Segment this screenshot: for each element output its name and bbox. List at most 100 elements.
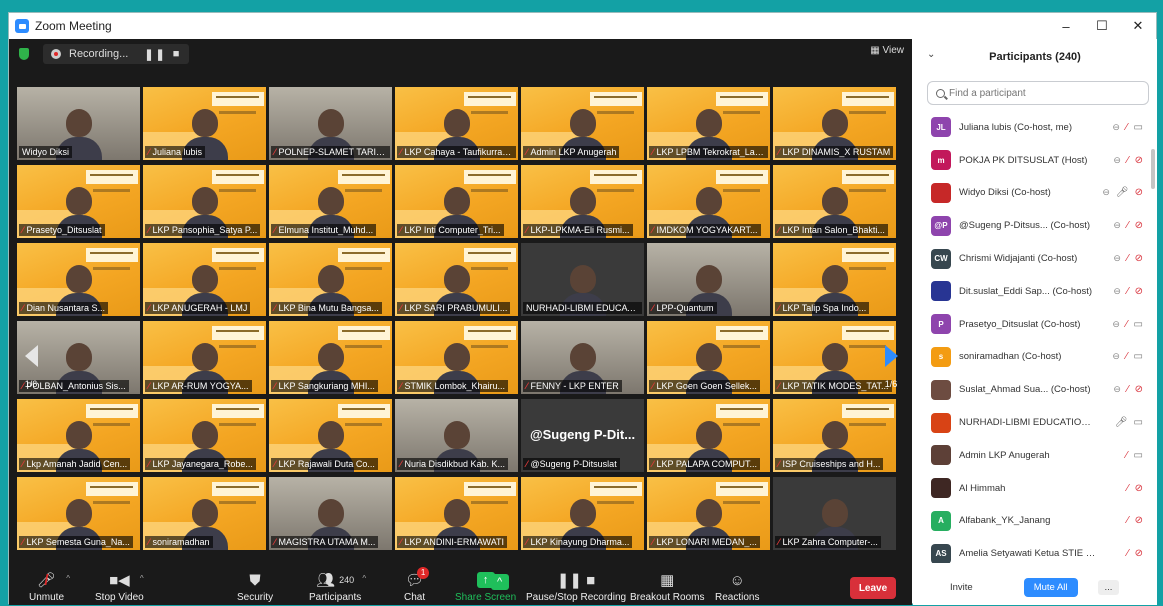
video-camera-icon[interactable]: ▭ (1134, 450, 1143, 461)
video-tile[interactable]: ⁄ Lkp Amanah Jadid Cen... (17, 399, 140, 472)
video-tile[interactable]: ⁄ POLNEP-SLAMET TARIGAN (269, 87, 392, 160)
participant-row[interactable]: Al Himmah ⁄ ⊘ (913, 472, 1157, 505)
unmute-button[interactable]: 🎤︎ / ^ Unmute (29, 569, 70, 605)
reactions-button[interactable]: ☺ Reactions (715, 569, 759, 605)
participant-row[interactable]: m POKJA PK DITSUSLAT (Host) ⊖ ⁄ ⊘ (913, 144, 1157, 177)
video-tile[interactable]: ⁄ Dian Nusantara S... (17, 243, 140, 316)
video-tile[interactable]: ⁄ LKP Sangkuriang MHI... (269, 321, 392, 394)
microphone-muted-icon[interactable]: ⁄ (1126, 450, 1128, 461)
close-button[interactable]: ✕ (1120, 13, 1156, 39)
participant-row[interactable]: P Prasetyo_Ditsuslat (Co-host) ⊖ ⁄ ▭ (913, 308, 1157, 341)
leave-button[interactable]: Leave (850, 577, 896, 599)
video-off-icon[interactable]: ⊘ (1135, 515, 1143, 526)
microphone-muted-icon[interactable]: ⁄ (1127, 384, 1129, 395)
video-tile[interactable]: ⁄ LKP Kinayung Dharma... (521, 477, 644, 550)
video-off-icon[interactable]: ⊘ (1135, 220, 1143, 231)
chat-button[interactable]: 💬︎ 1 Chat (404, 567, 430, 605)
video-camera-icon[interactable]: ▭ (1134, 122, 1143, 133)
video-tile[interactable]: ⁄ LKP PALAPA COMPUT... (647, 399, 770, 472)
video-tile[interactable]: ⁄ LKP Intan Salon_Bhakti... (773, 165, 896, 238)
invite-button[interactable]: Invite (941, 576, 982, 598)
video-camera-icon[interactable]: ▭ (1134, 319, 1143, 330)
chevron-down-icon[interactable]: ⌄ (927, 49, 935, 60)
video-tile[interactable]: ⁄ LKP Bina Mutu Bangsa... (269, 243, 392, 316)
video-tile[interactable]: ⁄ LKP AR-RUM YOGYA... (143, 321, 266, 394)
stop-video-button[interactable]: ■◀ ^ Stop Video (95, 569, 144, 605)
microphone-muted-icon[interactable]: ⁄ (1127, 515, 1129, 526)
video-tile[interactable]: ⁄LKP LPBM Tekrokrat_Lampung (647, 87, 770, 160)
video-tile[interactable]: ⁄ Admin LKP Anugerah (521, 87, 644, 160)
video-tile[interactable]: ⁄ LKP Semesta Guna_Na... (17, 477, 140, 550)
participant-row[interactable]: Suslat_Ahmad Sua... (Co-host) ⊖ ⁄ ⊘ (913, 373, 1157, 406)
participant-row[interactable]: s soniramadhan (Co-host) ⊖ ⁄ ▭ (913, 341, 1157, 374)
video-off-icon[interactable]: ⊘ (1135, 286, 1143, 297)
microphone-muted-icon[interactable]: ⁄ (1127, 483, 1129, 494)
search-input[interactable] (949, 87, 1129, 99)
microphone-muted-icon[interactable]: ⁄ (1127, 286, 1129, 297)
participant-list-scrollbar[interactable] (1151, 149, 1155, 189)
video-tile[interactable]: ⁄ LKP Zahra Computer-... (773, 477, 896, 550)
video-tile[interactable]: ⁄ LKP Jayanegara_Robe... (143, 399, 266, 472)
encryption-shield-icon[interactable] (19, 48, 29, 60)
video-tile[interactable]: ⁄ LKP Talip Spa Indo... (773, 243, 896, 316)
video-tile[interactable]: Widyo Diksi (17, 87, 140, 160)
video-off-icon[interactable]: ⊘ (1135, 155, 1143, 166)
video-tile[interactable]: ⁄ LKP Pansophia_Satya P... (143, 165, 266, 238)
participant-row[interactable]: NURHADI-LIBMI EDUCATION CE... 🎤︎ ▭ (913, 406, 1157, 439)
more-button[interactable]: ... (1097, 579, 1120, 595)
maximize-button[interactable]: ☐ (1084, 13, 1120, 39)
video-tile[interactable]: NURHADI-LIBMI EDUCATI... (521, 243, 644, 316)
video-tile[interactable]: ⁄ Elmuna Institut_Muhd... (269, 165, 392, 238)
video-tile[interactable]: ⁄ LPP-Quantum (647, 243, 770, 316)
video-tile[interactable]: ⁄ Juliana lubis (143, 87, 266, 160)
video-off-icon[interactable]: ⊘ (1135, 384, 1143, 395)
video-tile[interactable]: ⁄ soniramadhan (143, 477, 266, 550)
video-tile[interactable]: ⁄ ISP Cruiseships and H... (773, 399, 896, 472)
participant-row[interactable]: CW Chrismi Widjajanti (Co-host) ⊖ ⁄ ⊘ (913, 242, 1157, 275)
video-tile[interactable]: ⁄ LKP-LPKMA-Eli Rusmi... (521, 165, 644, 238)
video-tile[interactable]: ⁄ Prasetyo_Ditsuslat (17, 165, 140, 238)
microphone-muted-icon[interactable]: ⁄ (1127, 155, 1129, 166)
participant-row[interactable]: JL Juliana lubis (Co-host, me) ⊖ ⁄ ▭ (913, 111, 1157, 144)
video-tile[interactable]: ⁄ LKP DINAMIS_X RUSTAM (773, 87, 896, 160)
microphone-muted-icon[interactable]: ⁄ (1127, 253, 1129, 264)
video-tile[interactable]: ⁄ LKP Goen Goen Sellek... (647, 321, 770, 394)
microphone-muted-icon[interactable]: ⁄ (1127, 220, 1129, 231)
video-tile[interactable]: ⁄ FENNY - LKP ENTER (521, 321, 644, 394)
video-off-icon[interactable]: ⊘ (1135, 187, 1143, 198)
video-tile[interactable]: ⁄ LKP LONARI MEDAN_... (647, 477, 770, 550)
share-screen-button[interactable]: ↑ ^ Share Screen (455, 569, 516, 605)
minimize-button[interactable]: – (1048, 13, 1084, 39)
participant-row[interactable]: Widyo Diksi (Co-host) ⊖ 🎤︎ ⊘ (913, 177, 1157, 210)
video-camera-icon[interactable]: ▭ (1134, 417, 1143, 428)
view-button[interactable]: ▦ View (870, 45, 904, 56)
participant-row[interactable]: @P @Sugeng P-Ditsus... (Co-host) ⊖ ⁄ ⊘ (913, 209, 1157, 242)
breakout-rooms-button[interactable]: ▦ Breakout Rooms (630, 569, 704, 605)
pause-recording-button[interactable]: ❚❚ (144, 48, 166, 61)
video-tile[interactable]: ⁄ LKP ANDINI-ERMAWATI (395, 477, 518, 550)
microphone-icon[interactable]: 🎤︎ (1116, 187, 1129, 198)
pause-stop-recording-button[interactable]: ❚❚ ■ Pause/Stop Recording (526, 569, 626, 605)
video-tile[interactable]: ⁄ LKP Rajawali Duta Co... (269, 399, 392, 472)
video-tile[interactable]: ⁄ Nuria Disdikbud Kab. K... (395, 399, 518, 472)
video-tile[interactable]: ⁄ LKP ANUGERAH - LMJ (143, 243, 266, 316)
participant-row[interactable]: Admin LKP Anugerah ⁄ ▭ (913, 439, 1157, 472)
video-tile[interactable]: @Sugeng P-Dit... ⁄ @Sugeng P-Ditsuslat (521, 399, 644, 472)
video-tile[interactable]: ⁄ LKP SARI PRABUMULI... (395, 243, 518, 316)
video-off-icon[interactable]: ⊘ (1135, 483, 1143, 494)
previous-page-button[interactable]: 1/6 (21, 345, 41, 405)
participants-button[interactable]: 👥︎ 240 ^ Participants (309, 569, 366, 605)
security-button[interactable]: ⛊ Security (237, 569, 273, 605)
microphone-muted-icon[interactable]: ⁄ (1127, 548, 1129, 559)
video-tile[interactable]: ⁄ IMDKOM YOGYAKART... (647, 165, 770, 238)
microphone-icon[interactable]: 🎤︎ (1115, 417, 1128, 428)
microphone-muted-icon[interactable]: ⁄ (1126, 351, 1128, 362)
video-tile[interactable]: ⁄ MAGISTRA UTAMA M... (269, 477, 392, 550)
video-tile[interactable]: ⁄ STMIK Lombok_Khairu... (395, 321, 518, 394)
video-off-icon[interactable]: ⊘ (1135, 253, 1143, 264)
microphone-muted-icon[interactable]: ⁄ (1126, 319, 1128, 330)
next-page-button[interactable]: 1/6 (881, 345, 901, 405)
participant-search[interactable] (927, 81, 1149, 105)
mute-all-button[interactable]: Mute All (1023, 577, 1078, 597)
participant-row[interactable]: Dit.suslat_Eddi Sap... (Co-host) ⊖ ⁄ ⊘ (913, 275, 1157, 308)
